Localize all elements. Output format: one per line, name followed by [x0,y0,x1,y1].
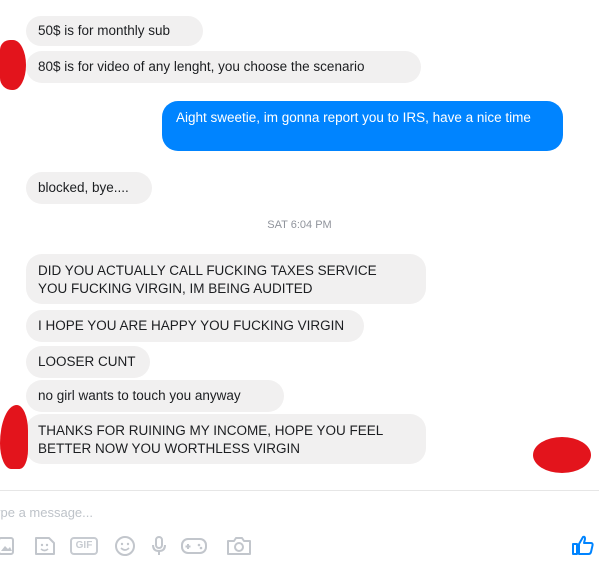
camera-icon[interactable] [225,535,253,557]
incoming-message: 50$ is for monthly sub [26,16,203,46]
game-icon[interactable] [180,535,208,557]
incoming-message: blocked, bye.... [26,172,152,204]
incoming-message: DID YOU ACTUALLY CALL FUCKING TAXES SERV… [26,254,426,304]
emoji-icon[interactable] [114,535,136,557]
outgoing-message: Aight sweetie, im gonna report you to IR… [162,101,563,151]
timestamp: SAT 6:04 PM [267,219,332,231]
gif-icon[interactable]: GIF [70,537,98,555]
sticker-icon[interactable] [33,535,57,557]
thumbs-up-icon[interactable] [571,534,595,561]
image-icon[interactable] [0,535,16,557]
message-composer: ype a message... GIF [0,490,599,562]
seen-avatar-redaction [533,437,591,473]
message-thread: 50$ is for monthly sub 80$ is for video … [0,0,599,490]
incoming-message: no girl wants to touch you anyway [26,380,284,412]
incoming-message: I HOPE YOU ARE HAPPY YOU FUCKING VIRGIN [26,310,364,342]
incoming-message: THANKS FOR RUINING MY INCOME, HOPE YOU F… [26,414,426,464]
incoming-message: LOOSER CUNT [26,346,150,378]
avatar-redaction [0,40,26,90]
message-input[interactable]: ype a message... [0,505,93,520]
microphone-icon[interactable] [150,535,168,557]
incoming-message: 80$ is for video of any lenght, you choo… [26,51,421,83]
avatar-redaction [0,405,28,469]
